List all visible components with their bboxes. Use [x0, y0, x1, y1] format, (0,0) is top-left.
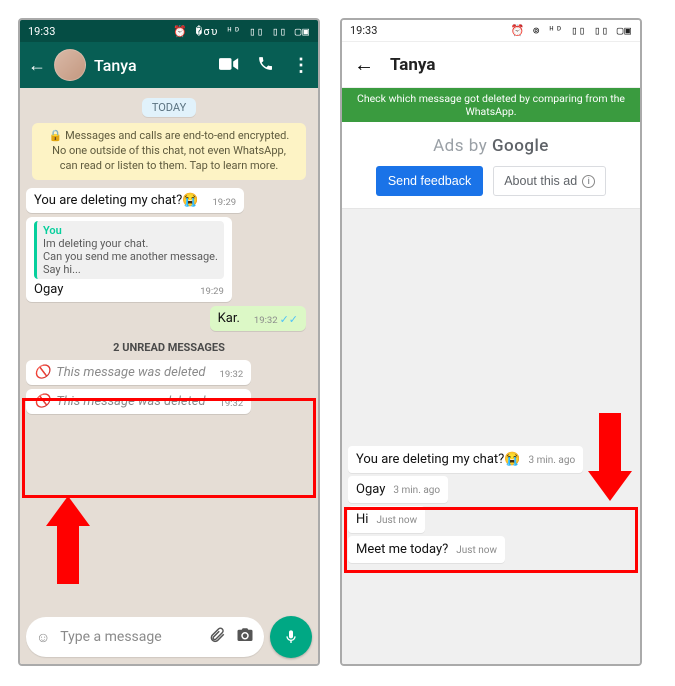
message-deleted[interactable]: 🚫 This message was deleted 19:32	[26, 360, 251, 385]
message-time: 19:29	[212, 197, 236, 208]
message-time: Just now	[376, 515, 417, 526]
contact-name[interactable]: Tanya	[94, 56, 211, 75]
message-text: Meet me today?	[356, 542, 448, 557]
message-text: Ogay	[34, 282, 63, 297]
message-time: 19:32	[220, 369, 244, 380]
video-call-icon[interactable]	[219, 56, 239, 75]
message-text: You are deleting my chat?😭	[356, 452, 520, 467]
recovered-message[interactable]: Meet me today? Just now	[348, 536, 505, 563]
back-icon[interactable]: ←	[28, 55, 46, 76]
encryption-notice[interactable]: 🔒 Messages and calls are end-to-end encr…	[32, 123, 306, 180]
message-time: Just now	[456, 545, 497, 556]
whatsapp-screen: 19:33 ⏰ �συ ᴴᴰ ▯▯ ▯▯ ▢▣ ← Tanya ⋮ TODAY …	[18, 18, 320, 666]
message-in-quoted[interactable]: You Im deleting your chat. Can you send …	[26, 217, 232, 302]
message-out[interactable]: Kar. 19:32✓✓	[210, 306, 306, 331]
chat-header: ← Tanya ⋮	[20, 42, 318, 88]
camera-icon[interactable]	[236, 626, 254, 648]
read-ticks-icon: ✓✓	[280, 313, 298, 326]
info-icon: i	[582, 175, 595, 188]
input-placeholder: Type a message	[60, 629, 198, 645]
contact-name: Tanya	[390, 55, 435, 75]
status-bar: 19:33 ⏰ �συ ᴴᴰ ▯▯ ▯▯ ▢▣	[20, 20, 318, 42]
block-icon: 🚫	[34, 394, 50, 409]
ads-by-label: Ads by Google	[342, 136, 640, 156]
quote-text: Im deleting your chat. Can you send me a…	[43, 237, 218, 276]
recovered-message[interactable]: You are deleting my chat?😭 3 min. ago	[348, 446, 583, 473]
message-time: 3 min. ago	[393, 485, 440, 496]
status-time: 19:33	[350, 24, 377, 37]
message-time: 19:29	[200, 286, 224, 297]
status-time: 19:33	[28, 25, 55, 38]
recovered-message[interactable]: Hi Just now	[348, 506, 425, 533]
info-banner: Check which message got deleted by compa…	[342, 88, 640, 122]
message-text: You are deleting my chat?😭	[34, 193, 198, 208]
more-icon[interactable]: ⋮	[292, 55, 310, 76]
message-text: Hi	[356, 512, 368, 527]
quote-block: You Im deleting your chat. Can you send …	[34, 221, 224, 279]
recovered-message[interactable]: Ogay 3 min. ago	[348, 476, 448, 503]
message-text: This message was deleted	[56, 365, 205, 380]
message-input[interactable]: ☺ Type a message	[26, 617, 264, 657]
quote-sender: You	[43, 224, 218, 237]
arrow-up-icon	[48, 496, 88, 586]
chat-body[interactable]: TODAY 🔒 Messages and calls are end-to-en…	[20, 88, 318, 664]
message-deleted[interactable]: 🚫 This message was deleted 19:32	[26, 389, 251, 414]
app-body[interactable]: You are deleting my chat?😭 3 min. ago Og…	[342, 209, 640, 664]
message-time: 3 min. ago	[528, 455, 575, 466]
date-pill: TODAY	[142, 98, 196, 117]
app-header: ← Tanya	[342, 42, 640, 88]
message-time: 19:32✓✓	[254, 313, 298, 326]
message-text: Ogay	[356, 482, 385, 497]
about-ad-button[interactable]: About this ad i	[493, 166, 606, 196]
status-bar: 19:33 ⏰ ⊚ ᴴᴰ ▯▯ ▯▯ ▢▣	[342, 20, 640, 42]
input-bar: ☺ Type a message	[26, 616, 312, 658]
message-text: This message was deleted	[56, 394, 205, 409]
voice-call-icon[interactable]	[257, 55, 274, 76]
recovery-app-screen: 19:33 ⏰ ⊚ ᴴᴰ ▯▯ ▯▯ ▢▣ ← Tanya Check whic…	[340, 18, 642, 666]
block-icon: 🚫	[34, 365, 50, 380]
back-icon[interactable]: ←	[354, 52, 374, 77]
unread-divider: 2 UNREAD MESSAGES	[26, 341, 312, 354]
avatar[interactable]	[54, 49, 86, 81]
status-icons: ⏰ �συ ᴴᴰ ▯▯ ▯▯ ▢▣	[173, 25, 310, 38]
message-in[interactable]: You are deleting my chat?😭 19:29	[26, 188, 244, 213]
attach-icon[interactable]	[208, 626, 226, 648]
ad-panel: Ads by Google Send feedback About this a…	[342, 122, 640, 209]
send-feedback-button[interactable]: Send feedback	[376, 166, 483, 196]
message-text: Kar.	[218, 311, 240, 326]
mic-button[interactable]	[270, 616, 312, 658]
status-icons: ⏰ ⊚ ᴴᴰ ▯▯ ▯▯ ▢▣	[511, 24, 632, 37]
emoji-icon[interactable]: ☺	[36, 629, 50, 646]
message-time: 19:32	[220, 398, 244, 409]
